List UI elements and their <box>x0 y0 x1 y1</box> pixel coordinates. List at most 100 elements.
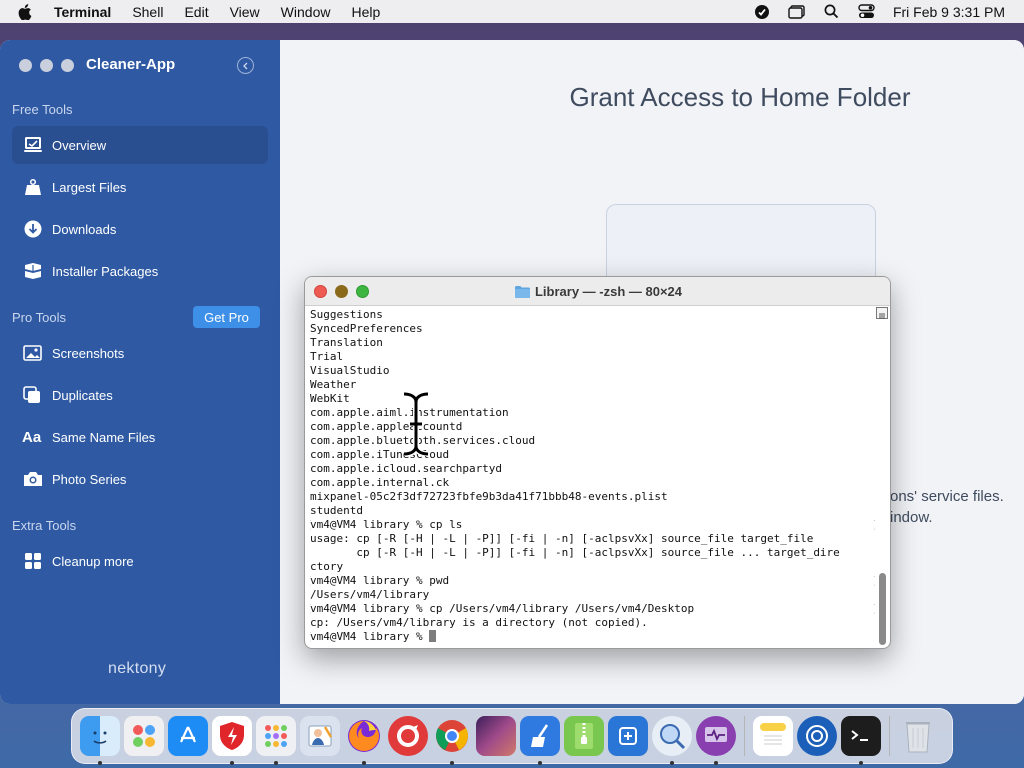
terminal-line-text: ctory <box>310 560 344 573</box>
text-aa-icon: Aa <box>22 427 44 447</box>
terminal-title-text: Library — -zsh — 80×24 <box>534 284 683 299</box>
sidebar-item-label: Photo Series <box>52 471 127 487</box>
terminal-line-text: cp: /Users/vm4/library is a directory (n… <box>310 616 648 629</box>
section-extra-tools: Extra Tools <box>12 518 77 533</box>
sidebar-item-overview[interactable]: Overview <box>12 126 268 164</box>
dock-trash-icon[interactable] <box>898 716 938 756</box>
dock-activity-monitor-icon[interactable] <box>696 716 736 765</box>
sidebar-item-label: Cleanup more <box>52 553 134 569</box>
sidebar-item-downloads[interactable]: Downloads <box>12 210 268 248</box>
sidebar-item-installer-packages[interactable]: Installer Packages <box>12 252 268 290</box>
prompt-mark-left: [ <box>310 602 313 616</box>
sidebar: Cleaner-App Free Tools Overview Largest … <box>0 40 280 704</box>
spotlight-search-icon[interactable] <box>823 4 841 20</box>
sidebar-item-label: Screenshots <box>52 345 125 361</box>
terminal-line: VisualStudio <box>310 364 875 378</box>
terminal-line-text: vm4@VM4 library % <box>310 630 430 643</box>
menu-clock[interactable]: Fri Feb 9 3:31 PM <box>893 4 1005 20</box>
dock-archiver-icon[interactable] <box>564 716 604 756</box>
terminal-line: com.apple.bluetooth.services.cloud <box>310 434 875 448</box>
menu-window[interactable]: Window <box>281 4 331 20</box>
terminal-line: vm4@VM4 library % cp ls[] <box>310 518 875 532</box>
terminal-menu-icon[interactable] <box>876 307 888 319</box>
terminal-window[interactable]: Library — -zsh — 80×24 Suggestions Synced… <box>304 276 891 649</box>
terminal-line: ctory <box>310 560 875 574</box>
terminal-line: SyncedPreferences <box>310 322 875 336</box>
window-controls <box>19 59 74 72</box>
terminal-line-text: Suggestions <box>310 308 383 321</box>
dock-security-app-icon[interactable] <box>212 716 252 765</box>
terminal-titlebar[interactable]: Library — -zsh — 80×24 <box>305 277 890 306</box>
terminal-line: com.apple.icloud.searchpartyd <box>310 462 875 476</box>
menu-edit[interactable]: Edit <box>184 4 208 20</box>
prompt-mark-left: [ <box>310 574 313 588</box>
dock-apps-grid-icon[interactable] <box>256 716 296 765</box>
dock-separator <box>744 716 745 756</box>
dock-opera-icon[interactable] <box>388 716 428 756</box>
terminal-line: com.apple.iTunesCloud <box>310 448 875 462</box>
dock-preview-icon[interactable] <box>300 716 340 756</box>
terminal-line: cp [-R [-H | -L | -P]] [-fi | -n] [-aclp… <box>310 546 875 560</box>
sidebar-item-photo-series[interactable]: Photo Series <box>12 460 268 498</box>
terminal-line-text: SyncedPreferences <box>310 322 423 335</box>
terminal-line-text: vm4@VM4 library % cp /Users/vm4/library … <box>310 602 695 615</box>
terminal-line-text: cp [-R [-H | -L | -P]] [-fi | -n] [-aclp… <box>310 546 840 559</box>
terminal-line-text: com.apple.icloud.searchpartyd <box>310 462 503 475</box>
dock-screen-tool-icon[interactable] <box>608 716 648 756</box>
zoom-button[interactable] <box>61 59 74 72</box>
sidebar-item-same-name-files[interactable]: Aa Same Name Files <box>12 418 268 456</box>
collapse-sidebar-button[interactable] <box>237 57 254 74</box>
control-center-icon[interactable] <box>858 4 876 20</box>
get-pro-button[interactable]: Get Pro <box>193 306 260 328</box>
folder-icon <box>514 286 530 301</box>
terminal-line: /Users/vm4/library <box>310 588 875 602</box>
terminal-line-text: vm4@VM4 library % cp ls <box>310 518 463 531</box>
terminal-line-text: mixpanel-05c2f3df72723fbfe9b3da41f71bbb4… <box>310 490 668 503</box>
terminal-line-text: studentd <box>310 504 363 517</box>
sidebar-item-cleanup-more[interactable]: Cleanup more <box>12 542 268 580</box>
weight-icon <box>22 177 44 197</box>
close-button[interactable] <box>19 59 32 72</box>
dock-notes-icon[interactable] <box>753 716 793 756</box>
duplicates-icon <box>22 385 44 405</box>
terminal-line: vm4@VM4 library % [ <box>310 630 875 644</box>
dock-terminal-icon[interactable] <box>841 716 881 765</box>
menu-app-name[interactable]: Terminal <box>54 4 111 20</box>
prompt-mark-right: ] <box>872 518 875 532</box>
grid-icon <box>22 551 44 571</box>
app-title: Cleaner-App <box>86 56 176 73</box>
dock-launchpad-icon[interactable] <box>124 716 164 756</box>
dock-cleaner-app-icon[interactable] <box>520 716 560 765</box>
instruction-text: ons' service files. indow. <box>890 486 1004 528</box>
sidebar-item-screenshots[interactable]: Screenshots <box>12 334 268 372</box>
security-status-icon[interactable] <box>753 4 771 20</box>
terminal-line-text: vm4@VM4 library % pwd <box>310 574 450 587</box>
apple-menu-icon[interactable] <box>18 3 36 20</box>
menu-help[interactable]: Help <box>351 4 380 20</box>
menu-view[interactable]: View <box>230 4 260 20</box>
terminal-line: vm4@VM4 library % pwd[] <box>310 574 875 588</box>
terminal-line: cp: /Users/vm4/library is a directory (n… <box>310 616 875 630</box>
menu-shell[interactable]: Shell <box>132 4 163 20</box>
dock-firefox-icon[interactable] <box>344 716 384 765</box>
dock-browser-icon[interactable] <box>797 716 837 756</box>
terminal-cursor <box>429 630 437 642</box>
dock-finder-icon[interactable] <box>80 716 120 765</box>
dock-chrome-icon[interactable] <box>432 716 472 765</box>
chevron-left-icon <box>242 62 247 69</box>
sidebar-item-largest-files[interactable]: Largest Files <box>12 168 268 206</box>
window-switcher-icon[interactable] <box>788 4 806 20</box>
page-title: Grant Access to Home Folder <box>569 82 911 112</box>
terminal-scrollbar[interactable] <box>879 573 886 645</box>
sidebar-item-duplicates[interactable]: Duplicates <box>12 376 268 414</box>
minimize-button[interactable] <box>40 59 53 72</box>
dock-app-store-icon[interactable] <box>168 716 208 756</box>
dock-disk-inspector-icon[interactable] <box>652 716 692 765</box>
prompt-mark-right: ] <box>872 574 875 588</box>
prompt-mark-right: ] <box>872 602 875 616</box>
terminal-output[interactable]: Suggestions SyncedPreferences Translation T… <box>310 308 875 646</box>
terminal-line: Trial <box>310 350 875 364</box>
overview-icon <box>22 135 44 155</box>
dock-photo-slideshow-icon[interactable] <box>476 716 516 756</box>
prompt-mark-left: [ <box>310 630 313 644</box>
